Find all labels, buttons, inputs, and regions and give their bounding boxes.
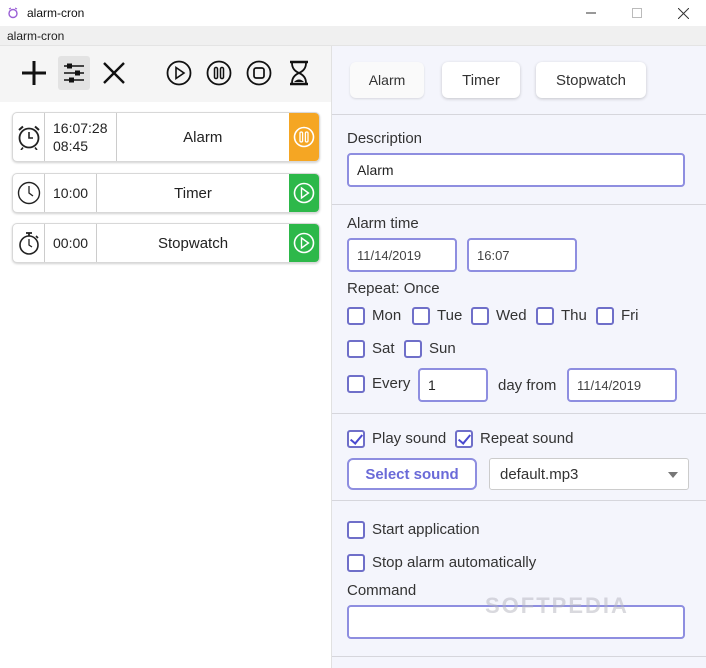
settings-button[interactable] xyxy=(58,56,90,90)
wed-label: Wed xyxy=(496,307,527,324)
divider xyxy=(332,413,706,414)
play-sound-checkbox[interactable] xyxy=(347,430,365,448)
alarm-time-input[interactable]: 16:07 xyxy=(467,238,577,272)
list-item-timer[interactable]: 10:00 Timer xyxy=(12,173,320,213)
select-sound-button[interactable]: Select sound xyxy=(347,458,477,490)
description-input[interactable]: Alarm xyxy=(347,153,685,187)
start-application-checkbox[interactable] xyxy=(347,521,365,539)
close-icon xyxy=(677,7,689,19)
every-days-input[interactable]: 1 xyxy=(418,368,488,402)
alarm-clock-icon xyxy=(13,113,45,161)
divider xyxy=(332,114,706,115)
description-label: Description xyxy=(347,130,423,147)
title-bar: alarm-cron xyxy=(0,0,706,26)
start-application-label: Start application xyxy=(372,521,480,538)
tue-label: Tue xyxy=(437,307,463,324)
alarm-time-of-day: 08:45 xyxy=(53,138,89,154)
tue-checkbox[interactable] xyxy=(412,307,430,325)
stop-circle-icon xyxy=(246,60,272,86)
sun-label: Sun xyxy=(429,340,456,357)
stopwatch-icon xyxy=(13,224,45,262)
stopwatch-time: 00:00 xyxy=(45,224,98,262)
thu-checkbox[interactable] xyxy=(536,307,554,325)
alarm-time: 16:07:28 08:45 xyxy=(45,113,117,161)
reset-button[interactable] xyxy=(283,56,315,90)
every-checkbox[interactable] xyxy=(347,375,365,393)
thu-label: Thu xyxy=(561,307,587,324)
sat-checkbox[interactable] xyxy=(347,340,365,358)
alarm-app-icon xyxy=(8,7,18,19)
start-all-button[interactable] xyxy=(163,56,195,90)
play-circle-icon xyxy=(293,232,315,254)
type-tabs: Alarm Timer Stopwatch xyxy=(332,46,706,112)
timer-value: 10:00 xyxy=(53,185,89,201)
stop-all-button[interactable] xyxy=(243,56,275,90)
day-from-label: day from xyxy=(498,377,557,394)
tab-stopwatch[interactable]: Stopwatch xyxy=(536,62,646,98)
timer-time: 10:00 xyxy=(45,174,98,212)
pause-circle-icon xyxy=(293,126,315,148)
settings-sliders-icon xyxy=(64,63,84,83)
divider xyxy=(332,500,706,501)
menu-label[interactable]: alarm-cron xyxy=(7,29,64,43)
stop-automatically-checkbox[interactable] xyxy=(347,554,365,572)
toolbar xyxy=(0,46,331,102)
sound-file-value: default.mp3 xyxy=(500,465,579,483)
clock-icon xyxy=(13,174,45,212)
tab-timer[interactable]: Timer xyxy=(442,62,520,98)
hourglass-icon xyxy=(290,60,308,86)
divider xyxy=(332,204,706,205)
pause-circle-icon xyxy=(206,60,232,86)
divider xyxy=(332,656,706,657)
alarm-pause-button[interactable] xyxy=(289,113,319,161)
editor-pane: Alarm Timer Stopwatch Description Alarm … xyxy=(331,46,706,668)
repeat-label: Repeat: Once xyxy=(347,280,440,297)
sound-file-select[interactable]: default.mp3 xyxy=(489,458,689,490)
stopwatch-name: Stopwatch xyxy=(158,234,229,252)
item-list-pane: 16:07:28 08:45 Alarm 10:00 Timer 00:00 S… xyxy=(0,46,331,668)
close-window-button[interactable] xyxy=(660,0,706,26)
pause-all-button[interactable] xyxy=(203,56,235,90)
play-sound-label: Play sound xyxy=(372,430,447,447)
stop-automatically-label: Stop alarm automatically xyxy=(372,554,537,571)
command-label: Command xyxy=(347,582,417,599)
delete-button[interactable] xyxy=(98,56,130,90)
stopwatch-play-button[interactable] xyxy=(289,224,319,262)
alarm-name: Alarm xyxy=(183,128,223,146)
window-title: alarm-cron xyxy=(27,6,85,20)
repeat-sound-label: Repeat sound xyxy=(480,430,574,447)
alarm-remaining: 16:07:28 xyxy=(53,120,108,136)
fri-label: Fri xyxy=(621,307,639,324)
sat-label: Sat xyxy=(372,340,395,357)
timer-name: Timer xyxy=(174,184,212,202)
day-from-input[interactable]: 11/14/2019 xyxy=(567,368,677,402)
list-item-alarm[interactable]: 16:07:28 08:45 Alarm xyxy=(12,112,320,162)
mon-checkbox[interactable] xyxy=(347,307,365,325)
maximize-icon xyxy=(632,8,642,18)
fri-checkbox[interactable] xyxy=(596,307,614,325)
tab-alarm[interactable]: Alarm xyxy=(350,62,424,98)
alarm-date-input[interactable]: 11/14/2019 xyxy=(347,238,457,272)
watermark: SOFTPEDIA xyxy=(485,593,629,618)
minimize-button[interactable] xyxy=(568,0,614,26)
mon-label: Mon xyxy=(372,307,402,324)
sun-checkbox[interactable] xyxy=(404,340,422,358)
play-circle-icon xyxy=(166,60,192,86)
timer-play-button[interactable] xyxy=(289,174,319,212)
chevron-down-icon xyxy=(668,472,678,478)
every-label: Every xyxy=(372,375,411,392)
close-x-icon xyxy=(103,62,125,84)
plus-icon xyxy=(22,61,46,85)
add-button[interactable] xyxy=(18,56,50,90)
stopwatch-value: 00:00 xyxy=(53,235,89,251)
menu-bar: alarm-cron xyxy=(0,26,706,46)
minimize-icon xyxy=(586,12,596,14)
repeat-sound-checkbox[interactable] xyxy=(455,430,473,448)
maximize-button[interactable] xyxy=(614,0,660,26)
wed-checkbox[interactable] xyxy=(471,307,489,325)
play-circle-icon xyxy=(293,182,315,204)
list-item-stopwatch[interactable]: 00:00 Stopwatch xyxy=(12,223,320,263)
alarm-time-label: Alarm time xyxy=(347,215,419,232)
